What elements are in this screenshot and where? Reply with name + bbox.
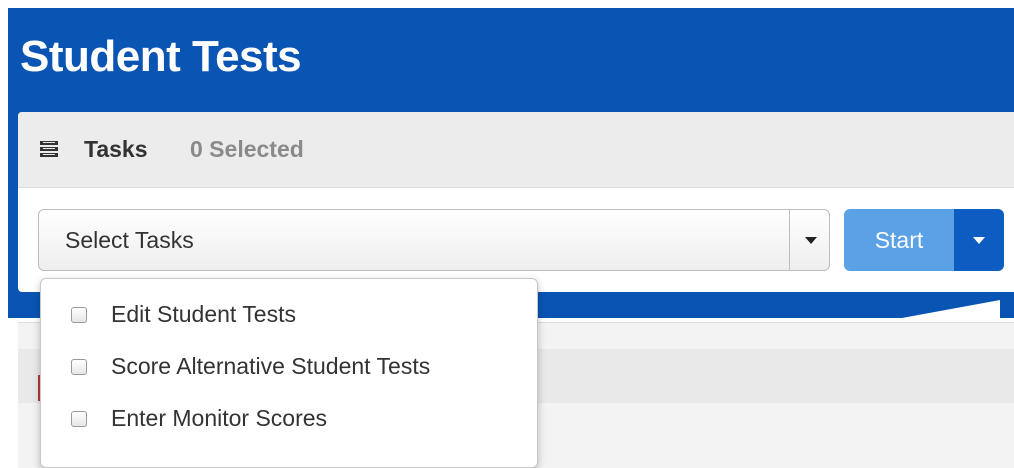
checkbox[interactable] [71,359,87,375]
tasks-panel: Tasks 0 Selected Select Tasks Start [18,112,1014,292]
tasks-panel-heading: Tasks 0 Selected [18,112,1014,188]
menu-item-edit-student-tests[interactable]: Edit Student Tests [41,293,537,343]
select-tasks-placeholder: Select Tasks [65,227,194,253]
select-tasks-dropdown[interactable]: Select Tasks [38,209,830,271]
start-button[interactable]: Start [844,209,954,271]
menu-item-label: Edit Student Tests [111,301,296,327]
tasks-label: Tasks [84,136,148,162]
menu-item-enter-monitor-scores[interactable]: Enter Monitor Scores [41,397,537,447]
page-title: Student Tests [20,32,302,81]
header-band-notch [880,300,1000,322]
menu-item-label: Score Alternative Student Tests [111,353,431,379]
selected-count: 0 Selected [190,136,304,162]
start-dropdown-toggle[interactable] [954,209,1004,271]
checkbox[interactable] [71,307,87,323]
tasks-dropdown-menu: Edit Student Tests Score Alternative Stu… [40,278,538,468]
caret-down-icon [973,237,985,244]
list-icon [40,141,58,157]
checkbox[interactable] [71,411,87,427]
select-divider [789,210,790,270]
caret-down-icon[interactable] [805,237,817,244]
menu-item-label: Enter Monitor Scores [111,405,328,431]
menu-item-score-alternative-student-tests[interactable]: Score Alternative Student Tests [41,345,537,395]
